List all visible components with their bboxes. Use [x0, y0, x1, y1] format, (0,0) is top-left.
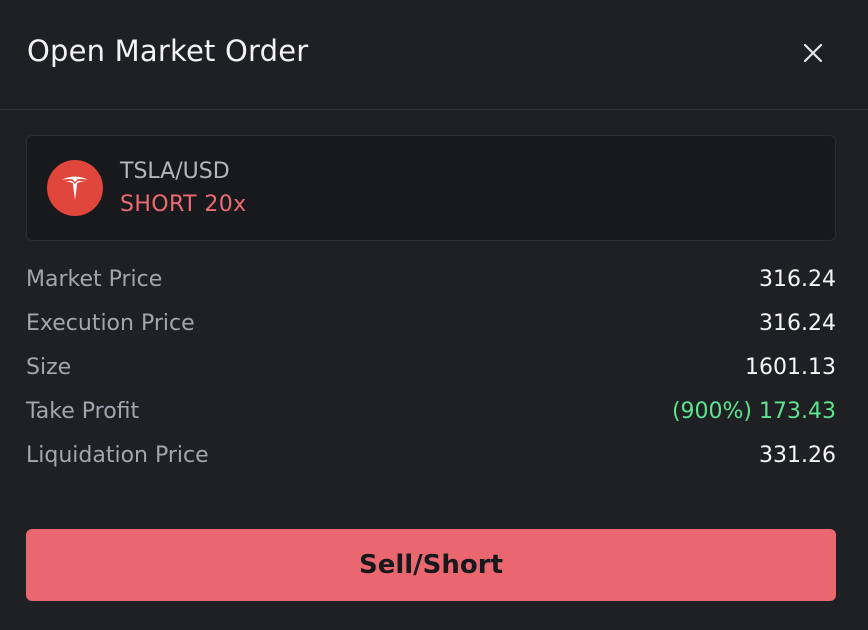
detail-label: Take Profit: [26, 399, 140, 424]
pair-name: TSLA/USD: [120, 159, 230, 184]
detail-label: Liquidation Price: [26, 443, 209, 468]
detail-row-liquidation-price: Liquidation Price 331.26: [26, 437, 836, 481]
sell-short-button[interactable]: Sell/Short: [26, 529, 836, 601]
close-icon[interactable]: [800, 40, 826, 66]
detail-value: 316.24: [759, 311, 836, 336]
position-side: SHORT 20x: [120, 192, 247, 217]
detail-value: 1601.13: [745, 355, 836, 380]
detail-label: Size: [26, 355, 72, 380]
pair-card: TSLA/USD SHORT 20x: [26, 135, 836, 241]
tesla-logo-icon: [47, 160, 103, 216]
dialog-title: Open Market Order: [27, 34, 309, 68]
dialog-header: Open Market Order: [0, 0, 868, 110]
open-market-order-dialog: Open Market Order TSLA/USD SHORT 20x Mar…: [0, 0, 868, 630]
detail-row-execution-price: Execution Price 316.24: [26, 305, 836, 349]
detail-label: Execution Price: [26, 311, 195, 336]
order-details: Market Price 316.24 Execution Price 316.…: [26, 261, 836, 481]
detail-value: 331.26: [759, 443, 836, 468]
detail-value-take-profit: (900%) 173.43: [671, 399, 836, 424]
detail-value: 316.24: [759, 267, 836, 292]
detail-row-take-profit: Take Profit (900%) 173.43: [26, 393, 836, 437]
detail-label: Market Price: [26, 267, 163, 292]
detail-row-market-price: Market Price 316.24: [26, 261, 836, 305]
detail-row-size: Size 1601.13: [26, 349, 836, 393]
